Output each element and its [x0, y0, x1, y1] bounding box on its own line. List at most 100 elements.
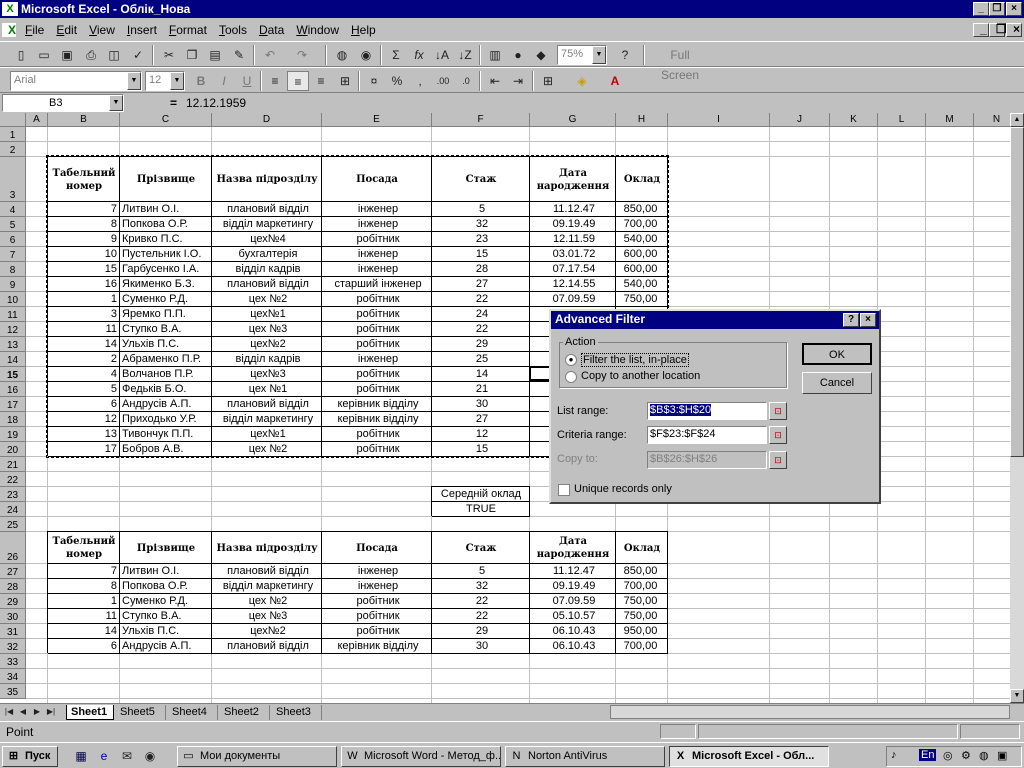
- font-color-icon[interactable]: A: [604, 71, 626, 91]
- row-header-29[interactable]: 29: [0, 594, 26, 609]
- result-table-cell[interactable]: Ступко В.А.: [120, 609, 212, 623]
- row-header-8[interactable]: 8: [0, 262, 26, 277]
- col-header-I[interactable]: I: [668, 113, 770, 127]
- font-size-select[interactable]: 12 ▼: [145, 71, 185, 91]
- filter-in-place-radio[interactable]: ●: [565, 354, 577, 366]
- tray-icon-a[interactable]: ◎: [943, 749, 953, 762]
- result-table-cell[interactable]: 09.19.49: [530, 579, 616, 593]
- last-sheet-icon[interactable]: ▶|: [44, 704, 58, 720]
- task-1[interactable]: ▭ Мои документы: [177, 746, 337, 767]
- row-header-25[interactable]: 25: [0, 517, 26, 532]
- document-icon[interactable]: X: [2, 23, 16, 37]
- result-table-cell[interactable]: інженер: [322, 579, 432, 593]
- menu-edit[interactable]: Edit: [50, 23, 83, 37]
- row-header-19[interactable]: 19: [0, 427, 26, 442]
- result-table-cell[interactable]: 29: [432, 624, 530, 638]
- help-button[interactable]: ?: [843, 313, 859, 327]
- print-icon[interactable]: ⎙: [80, 45, 102, 65]
- result-table-cell[interactable]: цех №2: [212, 594, 322, 608]
- copy-to-location-radio[interactable]: [565, 371, 577, 383]
- tray-icon-b[interactable]: ⚙: [961, 749, 971, 762]
- language-indicator[interactable]: En: [919, 749, 937, 761]
- col-header-N[interactable]: N: [974, 113, 1010, 127]
- task-4[interactable]: X Microsoft Excel - Обл...: [669, 746, 829, 767]
- row-header-1[interactable]: 1: [0, 127, 26, 142]
- col-header-A[interactable]: A: [26, 113, 48, 127]
- scroll-down-icon[interactable]: ▼: [1010, 689, 1024, 703]
- preview-icon[interactable]: ◫: [103, 45, 125, 65]
- sheet-tab-sheet2[interactable]: Sheet2: [220, 705, 270, 720]
- result-table-cell[interactable]: 06.10.43: [530, 639, 616, 653]
- increase-decimal-icon[interactable]: .00: [432, 71, 454, 91]
- col-header-E[interactable]: E: [322, 113, 432, 127]
- row-header-20[interactable]: 20: [0, 442, 26, 457]
- result-table-cell[interactable]: 11.12.47: [530, 564, 616, 578]
- show-desktop-icon[interactable]: ▦: [70, 746, 92, 766]
- spelling-icon[interactable]: ✓: [127, 45, 149, 65]
- row-header-12[interactable]: 12: [0, 322, 26, 337]
- start-button[interactable]: ⊞ Пуск: [2, 746, 58, 767]
- result-table-cell[interactable]: 07.09.59: [530, 594, 616, 608]
- result-table-cell[interactable]: 700,00: [616, 639, 668, 653]
- row-header-35[interactable]: 35: [0, 684, 26, 699]
- task-3[interactable]: N Norton AntiVirus: [505, 746, 665, 767]
- filter-in-place-label[interactable]: Filter the list, in-place: [581, 353, 689, 367]
- col-header-L[interactable]: L: [878, 113, 926, 127]
- col-header-K[interactable]: K: [830, 113, 878, 127]
- col-header-H[interactable]: H: [616, 113, 668, 127]
- result-table-cell[interactable]: робітник: [322, 609, 432, 623]
- result-table-cell[interactable]: відділ маркетингу: [212, 579, 322, 593]
- row-header-24[interactable]: 24: [0, 502, 26, 517]
- criteria-range-ref-icon[interactable]: ⊡: [769, 426, 787, 444]
- doc-close-button[interactable]: ×: [1006, 23, 1022, 37]
- result-table-cell[interactable]: робітник: [322, 624, 432, 638]
- channels-icon[interactable]: ◉: [139, 746, 161, 766]
- result-table-cell[interactable]: 22: [432, 594, 530, 608]
- result-table-cell[interactable]: 32: [432, 579, 530, 593]
- col-header-B[interactable]: B: [48, 113, 120, 127]
- unique-records-checkbox[interactable]: [558, 484, 570, 496]
- restore-button[interactable]: ❐: [989, 2, 1005, 16]
- ie-icon[interactable]: e: [93, 746, 115, 766]
- result-table-cell[interactable]: 1: [48, 594, 120, 608]
- zoom-select[interactable]: 75% ▼: [557, 45, 607, 65]
- menu-data[interactable]: Data: [253, 23, 290, 37]
- list-range-input[interactable]: $B$3:$H$20: [647, 402, 767, 420]
- tray-volume-icon[interactable]: ♪: [891, 749, 897, 761]
- col-header-D[interactable]: D: [212, 113, 322, 127]
- drawing-icon[interactable]: ◆: [530, 45, 552, 65]
- web-toolbar-icon[interactable]: ◉: [355, 45, 377, 65]
- row-header-9[interactable]: 9: [0, 277, 26, 292]
- cut-icon[interactable]: ✂: [158, 45, 180, 65]
- result-table-cell[interactable]: цех№2: [212, 624, 322, 638]
- align-center-icon[interactable]: ≡: [287, 71, 309, 91]
- col-header-C[interactable]: C: [120, 113, 212, 127]
- row-header-21[interactable]: 21: [0, 457, 26, 472]
- outlook-icon[interactable]: ✉: [116, 746, 138, 766]
- sheet-tab-sheet3[interactable]: Sheet3: [272, 705, 322, 720]
- vertical-scrollbar[interactable]: ▲ ▼: [1010, 113, 1024, 703]
- result-table-cell[interactable]: 06.10.43: [530, 624, 616, 638]
- result-table-cell[interactable]: Суменко Р.Д.: [120, 594, 212, 608]
- result-table-cell[interactable]: 05.10.57: [530, 609, 616, 623]
- menu-insert[interactable]: Insert: [121, 23, 163, 37]
- menu-help[interactable]: Help: [345, 23, 382, 37]
- result-table-cell[interactable]: Литвин О.І.: [120, 564, 212, 578]
- row-header-7[interactable]: 7: [0, 247, 26, 262]
- italic-button[interactable]: I: [213, 71, 235, 91]
- row-header-2[interactable]: 2: [0, 142, 26, 157]
- format-painter-icon[interactable]: ✎: [228, 45, 250, 65]
- unique-records-label[interactable]: Unique records only: [574, 483, 672, 495]
- menu-format[interactable]: Format: [163, 23, 213, 37]
- criteria-value-cell[interactable]: TRUE: [432, 502, 530, 516]
- cancel-button[interactable]: Cancel: [802, 372, 872, 394]
- result-table-cell[interactable]: цех №3: [212, 609, 322, 623]
- ok-button[interactable]: OK: [802, 343, 872, 365]
- criteria-range-input[interactable]: $F$23:$F$24: [647, 426, 767, 444]
- row-header-3[interactable]: 3: [0, 157, 26, 202]
- align-right-icon[interactable]: ≡: [310, 71, 332, 91]
- save-icon[interactable]: ▣: [56, 45, 78, 65]
- menu-window[interactable]: Window: [290, 23, 345, 37]
- col-header-M[interactable]: M: [926, 113, 974, 127]
- list-range-ref-icon[interactable]: ⊡: [769, 402, 787, 420]
